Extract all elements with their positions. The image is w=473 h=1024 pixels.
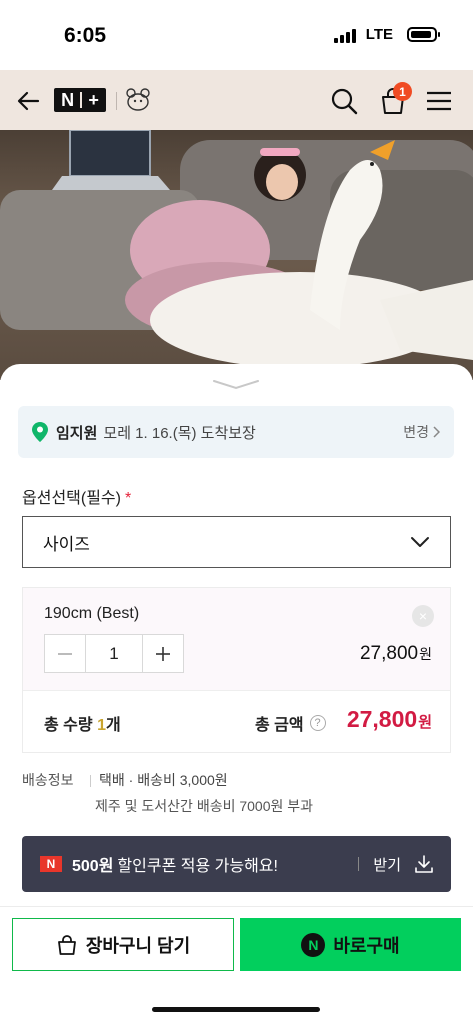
help-icon[interactable]: ? bbox=[309, 715, 326, 731]
sheet-collapse-chevron-icon[interactable] bbox=[212, 378, 260, 390]
quantity-stepper: 1 bbox=[44, 634, 184, 673]
coupon-download-button[interactable]: 받기 bbox=[358, 854, 433, 875]
shipping-label: 배송정보 bbox=[22, 772, 74, 788]
add-to-cart-label: 장바구니 담기 bbox=[85, 935, 191, 956]
status-time: 6:05 bbox=[64, 24, 107, 47]
total-qty-value: 1 bbox=[97, 717, 106, 734]
network-label: LTE bbox=[365, 26, 393, 43]
coupon-amount: 500원 bbox=[72, 858, 114, 875]
battery-icon bbox=[407, 27, 440, 42]
hamburger-menu-icon[interactable] bbox=[426, 91, 452, 111]
header-divider bbox=[116, 92, 117, 110]
option-sheet: 임지원 모레 1. 16.(목) 도착보장 변경 옵션선택(필수) * 사이즈 1… bbox=[0, 364, 473, 1024]
total-qty-unit: 개 bbox=[105, 717, 121, 734]
delivery-guarantee-bar: 임지원 모레 1. 16.(목) 도착보장 변경 bbox=[18, 406, 454, 458]
dog-store-logo-icon[interactable] bbox=[124, 86, 152, 114]
location-pin-icon bbox=[32, 422, 48, 442]
shipping-info: 배송정보 택배 · 배송비 3,000원 제주 및 도서산간 배송비 7000원 … bbox=[22, 770, 313, 816]
naver-plus-logo[interactable]: N + bbox=[54, 88, 106, 112]
selected-option-name: 190cm (Best) bbox=[44, 605, 140, 622]
option-price: 27,800원 bbox=[360, 643, 432, 665]
status-indicators: LTE bbox=[333, 26, 440, 43]
change-address-link[interactable]: 변경 bbox=[403, 422, 440, 442]
status-bar: 6:05 LTE bbox=[0, 0, 473, 70]
recipient-name: 임지원 bbox=[56, 424, 98, 442]
remove-option-button[interactable]: × bbox=[412, 605, 434, 627]
chevron-down-icon bbox=[411, 537, 429, 547]
increase-quantity-button[interactable] bbox=[143, 635, 183, 672]
signal-icon bbox=[333, 27, 356, 43]
minus-icon bbox=[58, 652, 72, 655]
decrease-quantity-button[interactable] bbox=[45, 635, 85, 672]
shipping-fee: 택배 · 배송비 3,000원 bbox=[99, 772, 228, 788]
coupon-banner[interactable]: N 500원 할인쿠폰 적용 가능해요! 받기 bbox=[22, 836, 451, 892]
coupon-get-label: 받기 bbox=[373, 856, 401, 874]
total-price-unit: 원 bbox=[418, 714, 432, 731]
buy-now-label: 바로구매 bbox=[333, 935, 400, 956]
select-value: 사이즈 bbox=[43, 534, 90, 554]
add-to-cart-button[interactable]: 장바구니 담기 bbox=[12, 918, 234, 971]
plus-icon bbox=[156, 646, 170, 661]
total-amount-label-text: 총 금액 bbox=[255, 717, 304, 734]
chevron-right-icon bbox=[433, 426, 440, 438]
shipping-divider bbox=[90, 775, 91, 788]
quantity-value[interactable]: 1 bbox=[85, 635, 143, 672]
delivery-date: 모레 1. 16.(목) 도착보장 bbox=[103, 424, 256, 442]
search-icon[interactable] bbox=[330, 87, 358, 115]
coupon-text: 할인쿠폰 적용 가능해요! bbox=[117, 858, 278, 875]
total-price: 27,800원 bbox=[347, 706, 432, 733]
option-price-value: 27,800 bbox=[359, 643, 419, 664]
total-quantity: 총 수량 1개 bbox=[44, 711, 121, 735]
shipping-extra-fee: 제주 및 도서산간 배송비 7000원 부과 bbox=[95, 798, 314, 814]
naver-pay-icon: N bbox=[301, 932, 326, 957]
home-indicator[interactable] bbox=[152, 1007, 320, 1012]
total-price-value: 27,800 bbox=[346, 706, 418, 732]
buy-now-button[interactable]: N 바로구매 bbox=[240, 918, 461, 971]
coupon-divider bbox=[358, 857, 360, 871]
action-bar-divider bbox=[0, 906, 473, 907]
required-mark: * bbox=[124, 490, 132, 507]
totals-row: 총 수량 1개 총 금액 ? 27,800원 bbox=[23, 691, 450, 753]
option-label-text: 옵션선택(필수) bbox=[22, 490, 121, 507]
selected-option-row: 190cm (Best) × 1 27,800원 bbox=[23, 588, 450, 691]
option-price-unit: 원 bbox=[419, 646, 432, 662]
back-arrow-icon[interactable] bbox=[16, 88, 42, 114]
size-select-dropdown[interactable]: 사이즈 bbox=[22, 516, 451, 568]
option-section-label: 옵션선택(필수) * bbox=[22, 484, 131, 508]
total-qty-prefix: 총 수량 bbox=[44, 717, 98, 734]
product-photo-illustration bbox=[0, 130, 473, 368]
shopping-bag-icon bbox=[57, 934, 76, 955]
total-amount-label: 총 금액 ? bbox=[255, 711, 326, 735]
download-icon bbox=[415, 855, 433, 873]
change-label: 변경 bbox=[403, 424, 429, 440]
naver-n-logo-icon: N bbox=[40, 856, 62, 872]
cart-count-badge: 1 bbox=[393, 82, 412, 101]
selected-option-box: 190cm (Best) × 1 27,800원 총 수량 1개 총 금액 ? bbox=[22, 587, 451, 753]
product-image[interactable] bbox=[0, 130, 473, 380]
